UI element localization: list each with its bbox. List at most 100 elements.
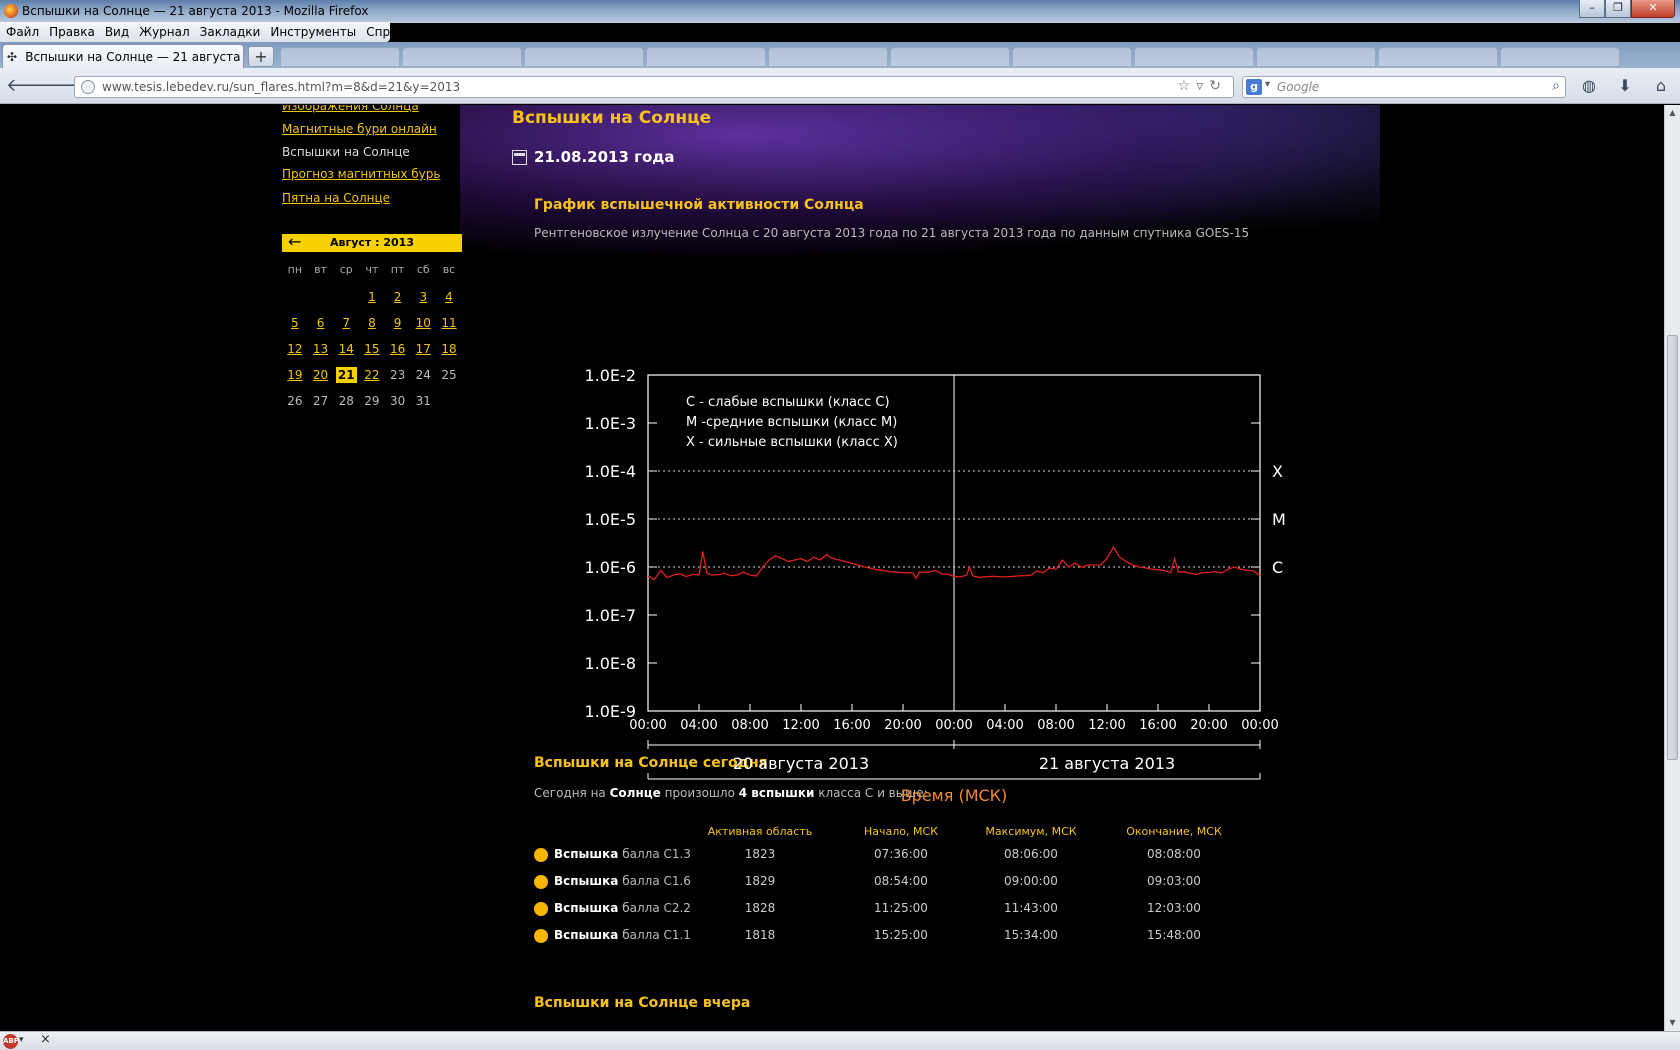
- calendar-day-number[interactable]: 19: [287, 368, 302, 382]
- adblock-icon[interactable]: ABP: [3, 1034, 19, 1049]
- calendar-day-number[interactable]: 14: [339, 342, 354, 356]
- calendar-day-number[interactable]: 12: [287, 342, 302, 356]
- close-addon-bar-icon[interactable]: ×: [40, 1032, 51, 1047]
- home-icon[interactable]: ⌂: [1650, 75, 1672, 97]
- search-icon[interactable]: ⌕: [1552, 78, 1560, 94]
- url-bar[interactable]: www.tesis.lebedev.ru/sun_flares.html?m=8…: [74, 76, 1234, 98]
- calendar-day-number[interactable]: 6: [317, 316, 325, 330]
- calendar-day-number[interactable]: 20: [313, 368, 328, 382]
- calendar-day-number[interactable]: 10: [416, 316, 431, 330]
- calendar-day-number[interactable]: 8: [368, 316, 376, 330]
- background-tab[interactable]: [524, 47, 644, 67]
- calendar-day[interactable]: 10: [410, 310, 436, 336]
- calendar-day[interactable]: 4: [436, 284, 462, 310]
- calendar-day[interactable]: 11: [436, 310, 462, 336]
- calendar-day-number[interactable]: 1: [368, 290, 376, 304]
- addon-globe-icon[interactable]: ◍: [1578, 75, 1600, 97]
- scroll-up-icon[interactable]: ▲: [1665, 105, 1680, 121]
- flares-column-header: Максимум, МСК: [985, 825, 1077, 838]
- background-tab[interactable]: [1500, 47, 1620, 67]
- google-icon[interactable]: g: [1246, 79, 1262, 95]
- background-tab[interactable]: [1134, 47, 1254, 67]
- url-text[interactable]: www.tesis.lebedev.ru/sun_flares.html?m=8…: [102, 80, 460, 94]
- scroll-down-icon[interactable]: ▼: [1665, 1015, 1680, 1031]
- calendar-day[interactable]: 13: [308, 336, 334, 362]
- calendar-day-number[interactable]: 5: [291, 316, 299, 330]
- background-tab[interactable]: [1378, 47, 1498, 67]
- chevron-down-icon[interactable]: ▾: [19, 1035, 24, 1045]
- menu-item[interactable]: Закладки: [200, 25, 261, 39]
- calendar-day-number[interactable]: 2: [394, 290, 402, 304]
- minimize-icon[interactable]: –: [1579, 0, 1605, 18]
- background-tab[interactable]: [646, 47, 766, 67]
- search-bar[interactable]: g ▾ Google ⌕: [1242, 76, 1566, 98]
- menu-item[interactable]: Вид: [105, 25, 129, 39]
- menu-item[interactable]: Справка: [366, 25, 419, 39]
- chevron-down-icon[interactable]: ▾: [1265, 79, 1270, 90]
- calendar-day-number[interactable]: 13: [313, 342, 328, 356]
- active-tab[interactable]: ✣ Вспышки на Солнце — 21 августа 2013: [2, 44, 244, 69]
- sidebar-link[interactable]: Прогноз магнитных бурь: [282, 167, 440, 181]
- menu-item[interactable]: Файл: [6, 25, 39, 39]
- calendar-day[interactable]: 5: [282, 310, 308, 336]
- background-tab[interactable]: [1256, 47, 1376, 67]
- calendar-day[interactable]: 17: [410, 336, 436, 362]
- sidebar-link[interactable]: Пятна на Солнце: [282, 191, 390, 205]
- background-tab[interactable]: [1012, 47, 1132, 67]
- menu-item[interactable]: Журнал: [139, 25, 190, 39]
- menu-item[interactable]: Правка: [49, 25, 95, 39]
- background-tab[interactable]: [280, 47, 400, 67]
- calendar-day-number[interactable]: 21: [335, 367, 357, 383]
- chevron-down-icon[interactable]: ▿: [1196, 78, 1209, 94]
- calendar-day-today[interactable]: 21: [333, 362, 359, 388]
- background-tab[interactable]: [402, 47, 522, 67]
- calendar-day-number[interactable]: 11: [441, 316, 456, 330]
- class-label: M: [1272, 510, 1286, 529]
- calendar-day[interactable]: 8: [359, 310, 385, 336]
- bookmark-star-icon[interactable]: ☆: [1178, 78, 1197, 94]
- calendar-weekday: чт: [365, 263, 379, 276]
- forward-arrow-icon[interactable]: 🡒: [40, 75, 88, 97]
- vertical-scrollbar[interactable]: ▲ ▼: [1664, 105, 1680, 1031]
- sidebar-link[interactable]: Магнитные бури онлайн: [282, 122, 437, 136]
- calendar-day-number[interactable]: 22: [364, 368, 379, 382]
- calendar-day[interactable]: 6: [308, 310, 334, 336]
- restore-icon[interactable]: ❐: [1605, 0, 1631, 18]
- calendar-day[interactable]: 7: [333, 310, 359, 336]
- close-icon[interactable]: ✕: [1631, 0, 1675, 18]
- background-tab[interactable]: [890, 47, 1010, 67]
- calendar-day: 30: [385, 388, 411, 414]
- flare-row: Вспышка балла C1.6 1829 08:54:00 09:00:00 09…: [534, 872, 1254, 892]
- calendar-day[interactable]: 1: [359, 284, 385, 310]
- calendar-day-number[interactable]: 15: [364, 342, 379, 356]
- calendar-day[interactable]: 15: [359, 336, 385, 362]
- calendar-day-number[interactable]: 3: [419, 290, 427, 304]
- calendar-day: 28: [333, 388, 359, 414]
- reload-icon[interactable]: ↻: [1209, 78, 1227, 94]
- calendar-day[interactable]: 20: [308, 362, 334, 388]
- scroll-thumb[interactable]: [1667, 335, 1678, 760]
- search-placeholder[interactable]: Google: [1277, 80, 1319, 94]
- calendar-day[interactable]: 3: [410, 284, 436, 310]
- download-icon[interactable]: ⬇: [1614, 75, 1636, 97]
- calendar-day[interactable]: 12: [282, 336, 308, 362]
- calendar-day-number[interactable]: 9: [394, 316, 402, 330]
- calendar-day[interactable]: 16: [385, 336, 411, 362]
- calendar-day[interactable]: 2: [385, 284, 411, 310]
- calendar-day-number[interactable]: 4: [445, 290, 453, 304]
- calendar-day-number[interactable]: 16: [390, 342, 405, 356]
- back-arrow-icon[interactable]: 🡐: [6, 75, 54, 97]
- sidebar-link[interactable]: Изображения Солнца: [282, 105, 419, 113]
- calendar-day[interactable]: 18: [436, 336, 462, 362]
- calendar-day-number[interactable]: 18: [441, 342, 456, 356]
- new-tab-button[interactable]: +: [248, 46, 274, 67]
- calendar-day[interactable]: 19: [282, 362, 308, 388]
- menu-item[interactable]: Инструменты: [270, 25, 356, 39]
- calendar-day-number[interactable]: 17: [416, 342, 431, 356]
- calendar-day-number[interactable]: 7: [342, 316, 350, 330]
- calendar-day[interactable]: 14: [333, 336, 359, 362]
- chart-svg: 1.0E-2 1.0E-3 1.0E-4 1.0E-5 1.0E-6 1.0E-7 1.0E…: [584, 366, 1286, 805]
- calendar-day[interactable]: 22: [359, 362, 385, 388]
- background-tab[interactable]: [768, 47, 888, 67]
- calendar-day[interactable]: 9: [385, 310, 411, 336]
